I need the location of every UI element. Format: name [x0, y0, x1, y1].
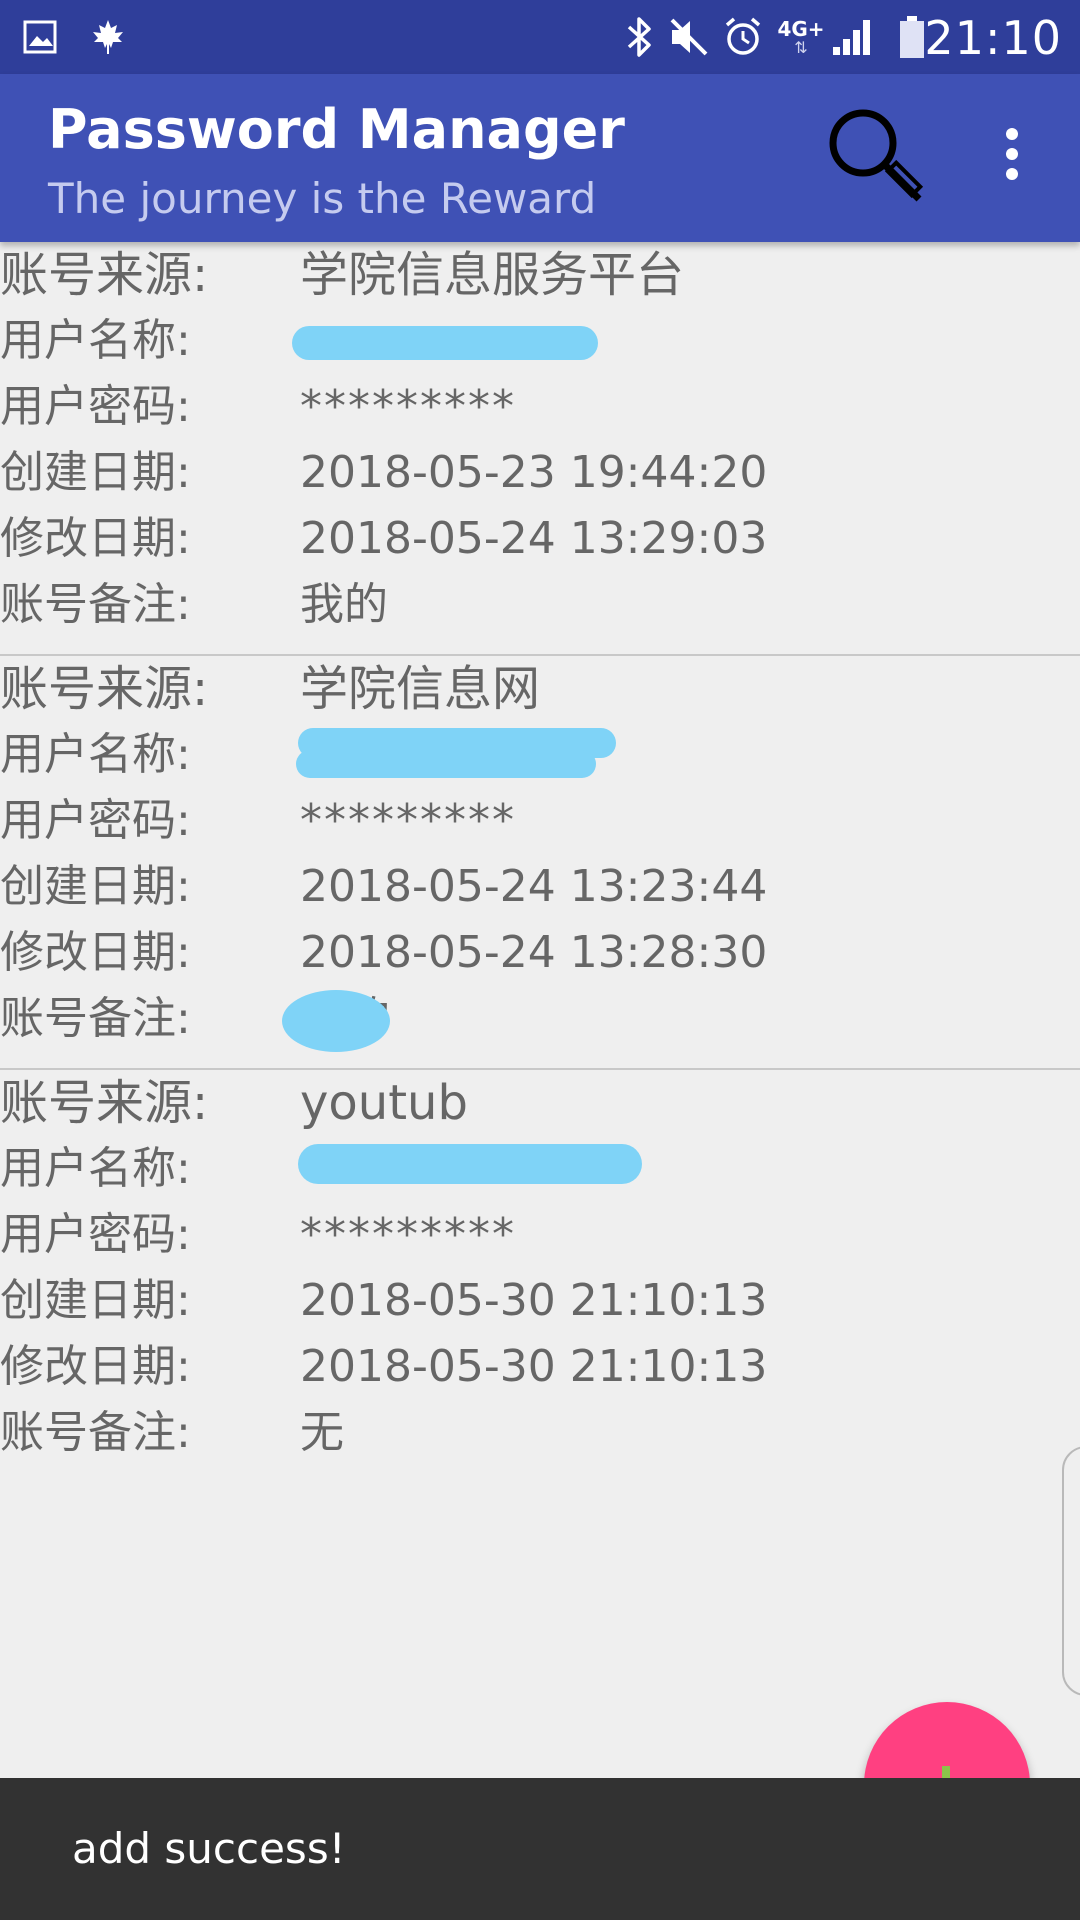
- redaction-mark: [296, 750, 596, 778]
- bluetooth-icon: [620, 0, 660, 74]
- password-value: *********: [300, 1209, 516, 1260]
- note-label: 账号备注:: [0, 1407, 191, 1458]
- network-4g-icon: 4G+ ⇅: [777, 17, 825, 57]
- password-value: *********: [300, 381, 516, 432]
- edge-panel-handle[interactable]: [1062, 1446, 1080, 1696]
- signal-icon: [830, 0, 876, 74]
- created-value: 2018-05-23 19:44:20: [300, 447, 768, 498]
- account-list: 账号来源: 学院信息服务平台 用户名称: 用户密码: ********* 创建日…: [0, 242, 1080, 1484]
- created-label: 创建日期:: [0, 1275, 191, 1326]
- redaction-mark: [298, 1144, 642, 1184]
- created-row: 创建日期: 2018-05-30 21:10:13: [0, 1268, 1080, 1334]
- account-record[interactable]: 账号来源: 学院信息服务平台 用户名称: 用户密码: ********* 创建日…: [0, 242, 1080, 656]
- status-time: 21:10: [924, 11, 1062, 65]
- redaction-mark: [292, 326, 598, 360]
- source-label: 账号来源:: [0, 661, 209, 717]
- source-row: 账号来源: 学院信息网: [0, 656, 1080, 722]
- maple-leaf-icon: [88, 0, 128, 74]
- image-icon: [18, 0, 62, 74]
- created-row: 创建日期: 2018-05-23 19:44:20: [0, 440, 1080, 506]
- password-row: 用户密码: *********: [0, 788, 1080, 854]
- account-record[interactable]: 账号来源: 学院信息网 用户名称: 用户密码: ********* 创建日期: …: [0, 656, 1080, 1070]
- password-label: 用户密码:: [0, 795, 191, 846]
- snackbar: add success!: [0, 1778, 1080, 1920]
- snackbar-message: add success!: [72, 1824, 346, 1873]
- username-label: 用户名称:: [0, 729, 191, 780]
- username-row: 用户名称:: [0, 722, 1080, 788]
- source-label: 账号来源:: [0, 1075, 209, 1131]
- note-row: 账号备注: 无: [0, 1400, 1080, 1466]
- username-row: 用户名称:: [0, 1136, 1080, 1202]
- status-bar: 4G+ ⇅ 21:10: [0, 0, 1080, 74]
- app-title: Password Manager: [48, 98, 625, 161]
- modified-row: 修改日期: 2018-05-24 13:29:03: [0, 506, 1080, 572]
- note-row: 账号备注: 的: [0, 986, 1080, 1052]
- modified-label: 修改日期:: [0, 927, 191, 978]
- modified-label: 修改日期:: [0, 513, 191, 564]
- created-value: 2018-05-30 21:10:13: [300, 1275, 768, 1326]
- note-row: 账号备注: 我的: [0, 572, 1080, 638]
- password-row: 用户密码: *********: [0, 1202, 1080, 1268]
- note-value: 我的: [300, 579, 388, 630]
- created-label: 创建日期:: [0, 861, 191, 912]
- more-options-button[interactable]: [980, 124, 1044, 188]
- created-label: 创建日期:: [0, 447, 191, 498]
- password-row: 用户密码: *********: [0, 374, 1080, 440]
- note-label: 账号备注:: [0, 579, 191, 630]
- source-value: 学院信息网: [300, 661, 541, 717]
- app-bar: Password Manager The journey is the Rewa…: [0, 74, 1080, 242]
- modified-value: 2018-05-24 13:28:30: [300, 927, 768, 978]
- source-value: 学院信息服务平台: [300, 247, 685, 303]
- modified-row: 修改日期: 2018-05-24 13:28:30: [0, 920, 1080, 986]
- note-value: 无: [300, 1407, 344, 1458]
- username-label: 用户名称:: [0, 1143, 191, 1194]
- modified-row: 修改日期: 2018-05-30 21:10:13: [0, 1334, 1080, 1400]
- password-value: *********: [300, 795, 516, 846]
- mute-icon: [666, 0, 712, 74]
- redaction-mark: [282, 990, 390, 1052]
- source-row: 账号来源: 学院信息服务平台: [0, 242, 1080, 308]
- created-value: 2018-05-24 13:23:44: [300, 861, 768, 912]
- alarm-icon: [720, 0, 766, 74]
- password-label: 用户密码:: [0, 381, 191, 432]
- username-label: 用户名称:: [0, 315, 191, 366]
- account-record[interactable]: 账号来源: youtub 用户名称: 用户密码: ********* 创建日期:…: [0, 1070, 1080, 1484]
- created-row: 创建日期: 2018-05-24 13:23:44: [0, 854, 1080, 920]
- more-vert-icon: [1002, 127, 1022, 185]
- password-label: 用户密码:: [0, 1209, 191, 1260]
- search-icon: [823, 105, 927, 213]
- modified-label: 修改日期:: [0, 1341, 191, 1392]
- source-label: 账号来源:: [0, 247, 209, 303]
- note-label: 账号备注:: [0, 993, 191, 1044]
- source-row: 账号来源: youtub: [0, 1070, 1080, 1136]
- source-value: youtub: [300, 1075, 468, 1131]
- modified-value: 2018-05-24 13:29:03: [300, 513, 768, 564]
- app-subtitle: The journey is the Reward: [48, 174, 597, 223]
- username-row: 用户名称:: [0, 308, 1080, 374]
- search-button[interactable]: [820, 104, 930, 214]
- modified-value: 2018-05-30 21:10:13: [300, 1341, 768, 1392]
- battery-icon: [896, 0, 928, 74]
- screen: 4G+ ⇅ 21:10 Password Manager The journey…: [0, 0, 1080, 1920]
